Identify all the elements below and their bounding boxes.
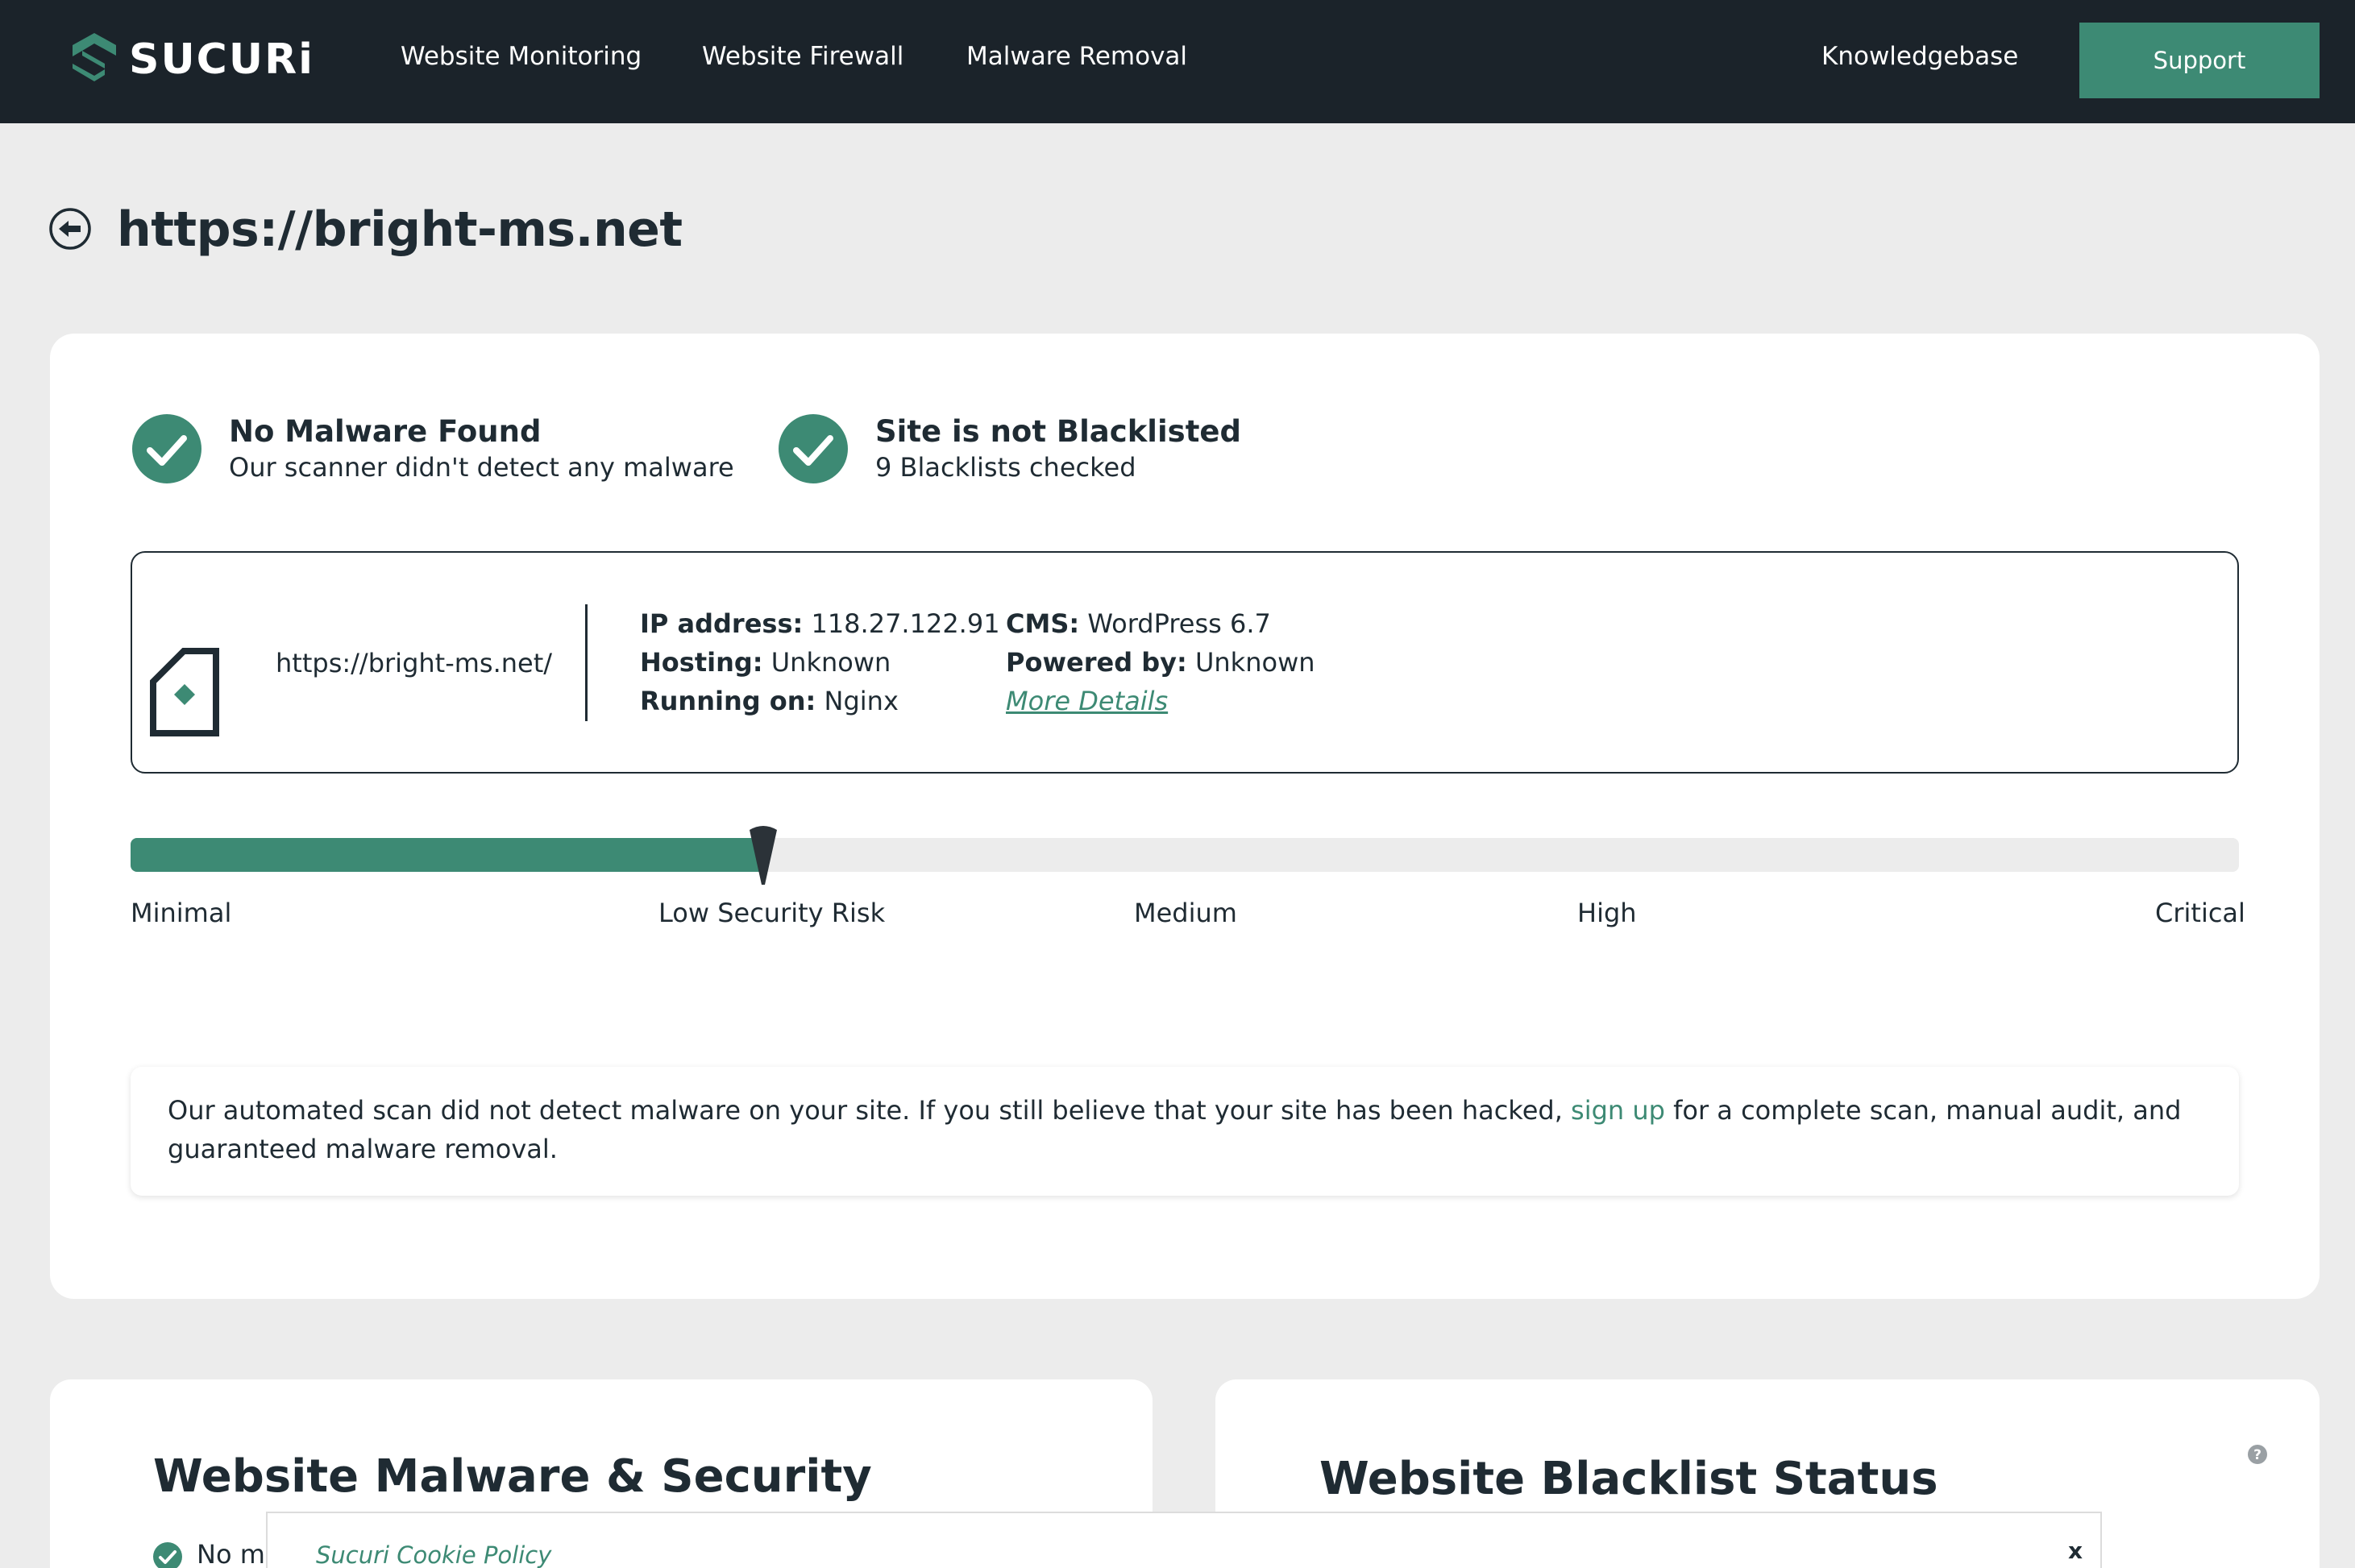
sucuri-logo-icon [73,33,116,81]
running-on-value: Nginx [816,686,899,716]
back-arrow-icon[interactable] [48,207,92,251]
risk-meter-track [131,838,2239,872]
powered-by-label: Powered by: [1006,647,1187,678]
ip-address-label: IP address: [640,608,804,639]
running-on-row: Running on: Nginx [640,682,1000,720]
help-icon[interactable]: ? [2247,1444,2268,1465]
risk-meter-fill [131,838,763,872]
cookie-policy-popup: Sucuri Cookie Policy x [266,1512,2102,1568]
sucuri-logo[interactable]: SUCURi [69,31,314,89]
cms-value: WordPress 6.7 [1079,608,1271,639]
site-url: https://bright-ms.net/ [276,648,553,678]
check-circle-icon [779,414,848,483]
sign-up-link[interactable]: sign up [1571,1095,1665,1126]
ip-address-value: 118.27.122.91 [803,608,1000,639]
powered-by-row: Powered by: Unknown [1006,643,1315,682]
cms-row: CMS: WordPress 6.7 [1006,604,1315,643]
blacklist-status-title: Site is not Blacklisted [875,414,1241,449]
nav-website-monitoring[interactable]: Website Monitoring [401,42,642,71]
nav-knowledgebase[interactable]: Knowledgebase [1821,42,2018,71]
scan-result-card: No Malware Found Our scanner didn't dete… [50,334,2320,1299]
risk-label-high: High [1577,898,1637,928]
scan-notice: Our automated scan did not detect malwar… [131,1067,2239,1196]
running-on-label: Running on: [640,686,816,716]
nav-malware-removal[interactable]: Malware Removal [966,42,1187,71]
malware-status-title: No Malware Found [229,414,542,449]
check-circle-icon [132,414,201,483]
hosting-row: Hosting: Unknown [640,643,1000,682]
malware-security-title: Website Malware & Security [153,1450,872,1503]
malware-status-subtitle: Our scanner didn't detect any malware [229,452,734,483]
logo-text: SUCURi [129,35,314,84]
server-info-column: IP address: 118.27.122.91 Hosting: Unkno… [640,604,1000,720]
ip-address-row: IP address: 118.27.122.91 [640,604,1000,643]
hosting-value: Unknown [762,647,891,678]
risk-label-medium: Medium [1134,898,1237,928]
blacklist-status: Site is not Blacklisted 9 Blacklists che… [779,414,1241,485]
hosting-label: Hosting: [640,647,763,678]
risk-label-low: Low Security Risk [658,898,886,928]
risk-label-minimal: Minimal [131,898,232,928]
info-divider [585,604,588,721]
more-details-link[interactable]: More Details [1006,686,1168,716]
cms-label: CMS: [1006,608,1080,639]
malware-status: No Malware Found Our scanner didn't dete… [132,414,734,485]
check-circle-icon [153,1542,182,1568]
blacklist-status-title: Website Blacklist Status [1319,1453,1938,1505]
top-navigation-bar: SUCURi Website Monitoring Website Firewa… [0,0,2355,123]
nav-website-firewall[interactable]: Website Firewall [702,42,903,71]
support-button[interactable]: Support [2079,23,2320,98]
cookie-policy-title[interactable]: Sucuri Cookie Policy [316,1541,551,1568]
page-title: https://bright-ms.net [117,201,683,258]
cookie-close-button[interactable]: x [2068,1537,2083,1564]
notice-text-start: Our automated scan did not detect malwar… [168,1095,1572,1126]
blacklist-status-subtitle: 9 Blacklists checked [875,452,1136,483]
svg-text:?: ? [2253,1447,2262,1463]
cms-info-column: CMS: WordPress 6.7 Powered by: Unknown M… [1006,604,1315,720]
risk-pointer-icon [750,826,777,885]
malware-check-item: No m [197,1539,265,1568]
risk-label-critical: Critical [2155,898,2245,928]
website-document-icon [150,648,219,736]
powered-by-value: Unknown [1186,647,1315,678]
